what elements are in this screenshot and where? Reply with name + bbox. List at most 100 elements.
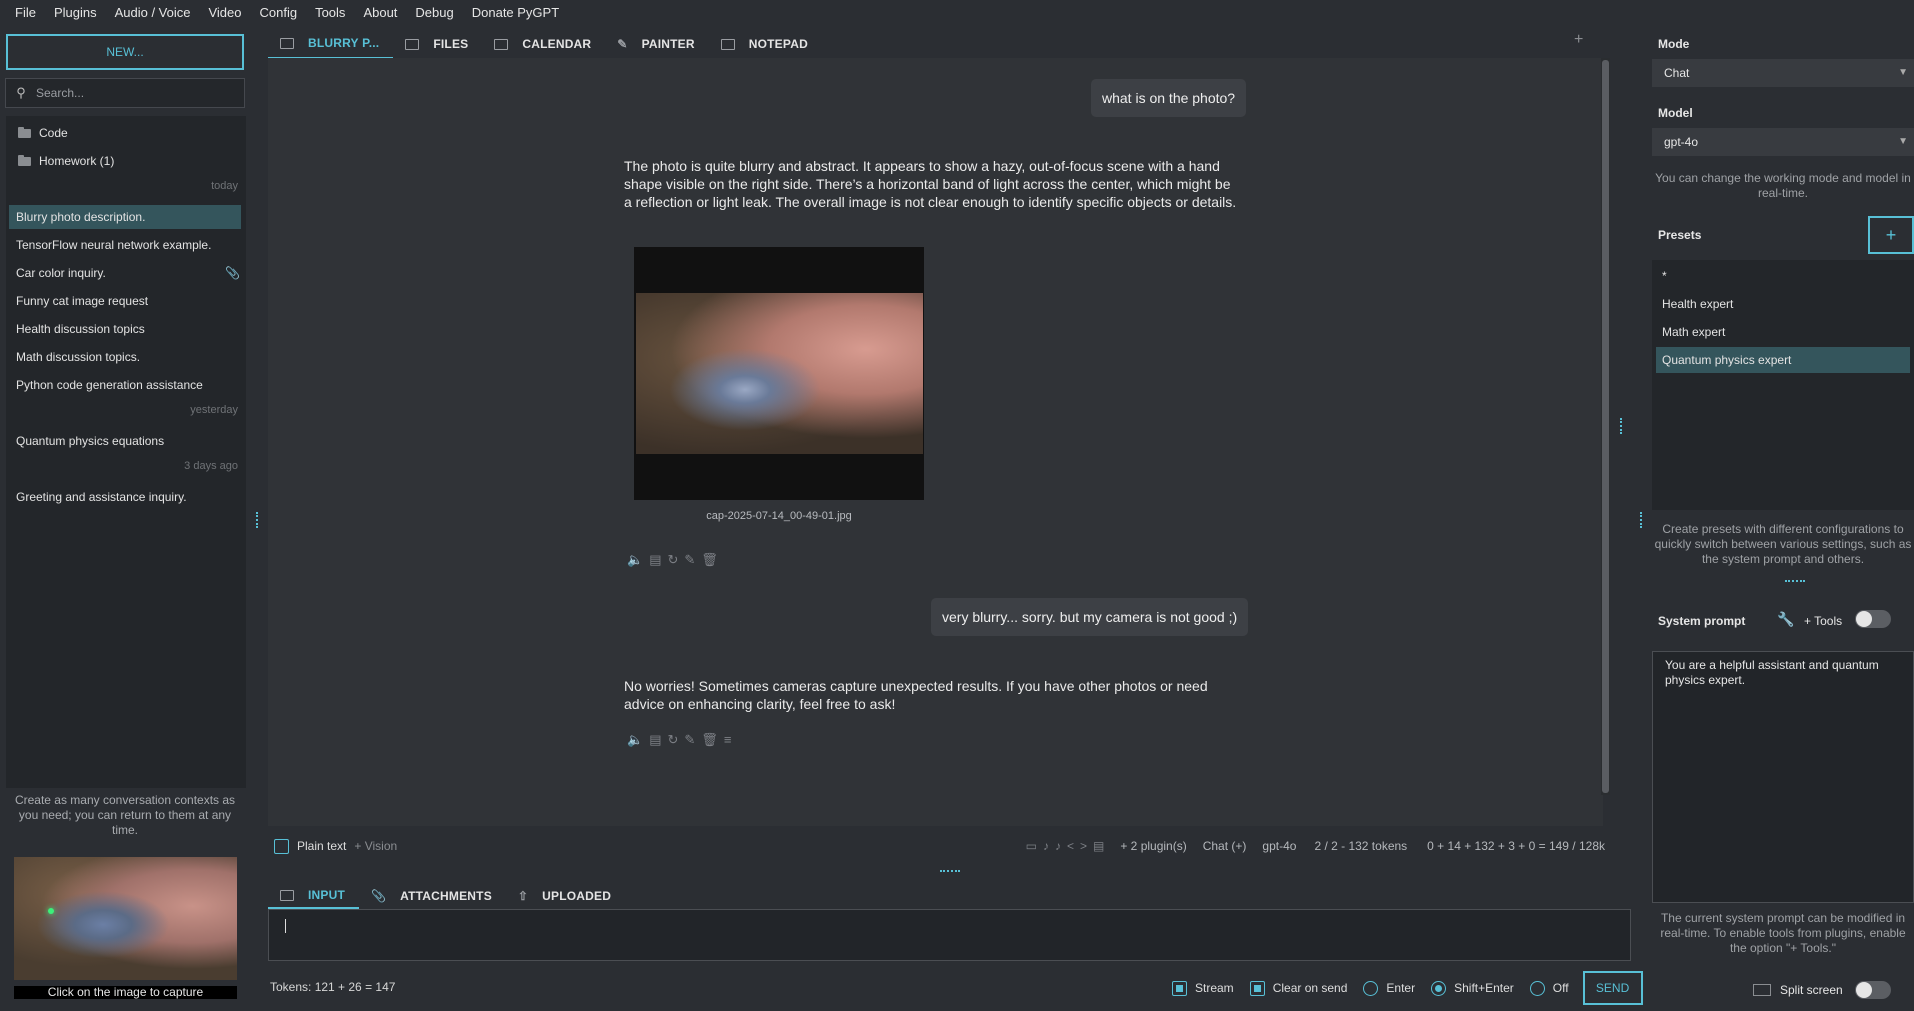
menu-plugins[interactable]: Plugins bbox=[45, 0, 106, 26]
context-tokens: 2 / 2 - 132 tokens bbox=[1314, 839, 1408, 853]
tab-chat[interactable]: BLURRY P... bbox=[268, 29, 394, 59]
context-item[interactable]: TensorFlow neural network example. bbox=[6, 233, 242, 257]
assistant-message: No worries! Sometimes cameras capture un… bbox=[624, 678, 1208, 712]
presets-label: Presets bbox=[1658, 228, 1702, 242]
input-token-count: Tokens: 121 + 26 = 147 bbox=[270, 980, 396, 994]
user-message: what is on the photo? bbox=[1091, 79, 1247, 117]
menu-file[interactable]: File bbox=[6, 0, 45, 26]
menu-debug[interactable]: Debug bbox=[406, 0, 462, 26]
shift-enter-radio[interactable] bbox=[1431, 980, 1447, 996]
copy-icon[interactable]: ▤ bbox=[649, 552, 661, 568]
menubar: File Plugins Audio / Voice Video Config … bbox=[0, 0, 1914, 26]
attachment-icon: 📎 bbox=[225, 266, 240, 280]
preset-item[interactable]: Math expert bbox=[1656, 319, 1910, 345]
context-item[interactable]: Health discussion topics bbox=[6, 317, 242, 341]
tab-label: CALENDAR bbox=[522, 37, 592, 51]
menu-about[interactable]: About bbox=[354, 0, 406, 26]
brush-icon: ✎ bbox=[617, 37, 628, 51]
system-prompt-label: System prompt bbox=[1658, 614, 1746, 628]
context-item[interactable]: Python code generation assistance bbox=[6, 373, 242, 397]
tab-label: BLURRY P... bbox=[308, 36, 380, 50]
tab-calendar[interactable]: CALENDAR bbox=[482, 29, 605, 59]
tab-label: ATTACHMENTS bbox=[400, 889, 492, 903]
tab-label: NOTEPAD bbox=[748, 37, 808, 51]
system-prompt-input[interactable]: You are a helpful assistant and quantum … bbox=[1652, 651, 1914, 903]
add-tab-icon[interactable]: + bbox=[1574, 31, 1583, 49]
folder-icon bbox=[18, 154, 31, 166]
tab-uploaded[interactable]: ⇧ UPLOADED bbox=[506, 883, 625, 909]
input-splitter-handle[interactable] bbox=[940, 870, 960, 873]
folder-homework[interactable]: Homework (1) bbox=[6, 149, 114, 173]
message-input[interactable] bbox=[268, 909, 1631, 961]
off-label: Off bbox=[1552, 981, 1569, 995]
context-item-selected[interactable]: Blurry photo description. bbox=[9, 205, 241, 229]
context-item[interactable]: Math discussion topics. bbox=[6, 345, 242, 369]
upload-icon: ⇧ bbox=[517, 889, 529, 903]
chat-image[interactable] bbox=[636, 293, 923, 454]
input-icon bbox=[280, 889, 294, 901]
tab-notepad[interactable]: NOTEPAD bbox=[709, 29, 822, 59]
context-item[interactable]: Funny cat image request bbox=[6, 289, 242, 313]
context-item[interactable]: Car color inquiry. bbox=[6, 261, 242, 285]
group-label-yesterday: yesterday bbox=[190, 404, 238, 416]
menu-video[interactable]: Video bbox=[199, 0, 250, 26]
folder-code[interactable]: Code bbox=[6, 121, 68, 145]
camera-preview[interactable] bbox=[14, 857, 237, 980]
menu-config[interactable]: Config bbox=[251, 0, 307, 26]
menu-tools[interactable]: Tools bbox=[306, 0, 354, 26]
tools-toggle[interactable] bbox=[1855, 610, 1891, 628]
speaker-icon[interactable]: 🔈 bbox=[627, 552, 643, 568]
right-splitter-handle[interactable] bbox=[1640, 512, 1643, 528]
preset-item-selected[interactable]: Quantum physics expert bbox=[1656, 347, 1910, 373]
stream-checkbox[interactable] bbox=[1172, 980, 1187, 996]
tools-label: + Tools bbox=[1804, 614, 1843, 628]
camera-caption: Click on the image to capture bbox=[14, 986, 237, 999]
enter-radio[interactable] bbox=[1363, 980, 1379, 996]
tab-input[interactable]: INPUT bbox=[268, 883, 359, 909]
send-button[interactable]: SEND bbox=[1582, 971, 1643, 1005]
search-icon: ⚲ bbox=[16, 85, 26, 100]
chat-scrollbar-thumb[interactable] bbox=[1602, 60, 1609, 793]
presets-splitter-handle[interactable] bbox=[1785, 580, 1805, 583]
plain-text-checkbox[interactable] bbox=[274, 838, 289, 854]
regenerate-icon[interactable]: ↻ bbox=[667, 732, 678, 748]
model-select[interactable]: gpt-4o ▼ bbox=[1652, 128, 1914, 156]
preset-item[interactable]: Health expert bbox=[1656, 291, 1910, 317]
preset-list[interactable]: * Health expert Math expert Quantum phys… bbox=[1652, 260, 1914, 510]
status-icons[interactable]: ▭♪♪<>▤ bbox=[1026, 839, 1111, 853]
clear-on-send-checkbox[interactable] bbox=[1249, 980, 1265, 996]
delete-icon[interactable]: 🗑 bbox=[701, 732, 718, 748]
wrench-icon[interactable]: 🔧 bbox=[1777, 611, 1794, 628]
mode-select[interactable]: Chat ▼ bbox=[1652, 59, 1914, 87]
regenerate-icon[interactable]: ↻ bbox=[667, 552, 678, 568]
context-item[interactable]: Greeting and assistance inquiry. bbox=[6, 485, 242, 509]
mode-hint: You can change the working mode and mode… bbox=[1655, 171, 1911, 200]
search-input[interactable]: ⚲ Search... bbox=[5, 78, 245, 108]
menu-donate[interactable]: Donate PyGPT bbox=[463, 0, 568, 26]
edit-icon[interactable]: ✎ bbox=[684, 552, 695, 568]
off-radio[interactable] bbox=[1529, 980, 1545, 996]
continue-icon[interactable]: ≡ bbox=[724, 732, 732, 748]
copy-icon[interactable]: ▤ bbox=[649, 732, 661, 748]
mode-label: Mode bbox=[1658, 37, 1690, 51]
message-actions: 🔈 ▤ ↻ ✎ 🗑 ≡ bbox=[627, 732, 731, 748]
add-preset-button[interactable]: + bbox=[1868, 216, 1914, 254]
chat-icon bbox=[280, 37, 294, 49]
context-list[interactable]: Code Homework (1) today Blurry photo des… bbox=[6, 116, 246, 788]
context-item[interactable]: Quantum physics equations bbox=[6, 429, 242, 453]
model-value: gpt-4o bbox=[1664, 135, 1699, 149]
new-context-button[interactable]: NEW... bbox=[6, 34, 244, 70]
folder-label: Homework (1) bbox=[39, 154, 115, 168]
model-status: gpt-4o bbox=[1262, 839, 1297, 853]
right-splitter-handle[interactable] bbox=[1620, 418, 1623, 434]
tab-files[interactable]: FILES bbox=[393, 29, 482, 59]
tab-painter[interactable]: ✎ PAINTER bbox=[605, 29, 708, 59]
preset-item[interactable]: * bbox=[1656, 263, 1910, 289]
left-splitter-handle[interactable] bbox=[256, 512, 259, 528]
tab-attachments[interactable]: 📎 ATTACHMENTS bbox=[359, 883, 506, 909]
delete-icon[interactable]: 🗑 bbox=[701, 552, 718, 568]
menu-audio-voice[interactable]: Audio / Voice bbox=[106, 0, 200, 26]
split-screen-toggle[interactable] bbox=[1855, 981, 1891, 999]
speaker-icon[interactable]: 🔈 bbox=[627, 732, 643, 748]
edit-icon[interactable]: ✎ bbox=[684, 732, 695, 748]
